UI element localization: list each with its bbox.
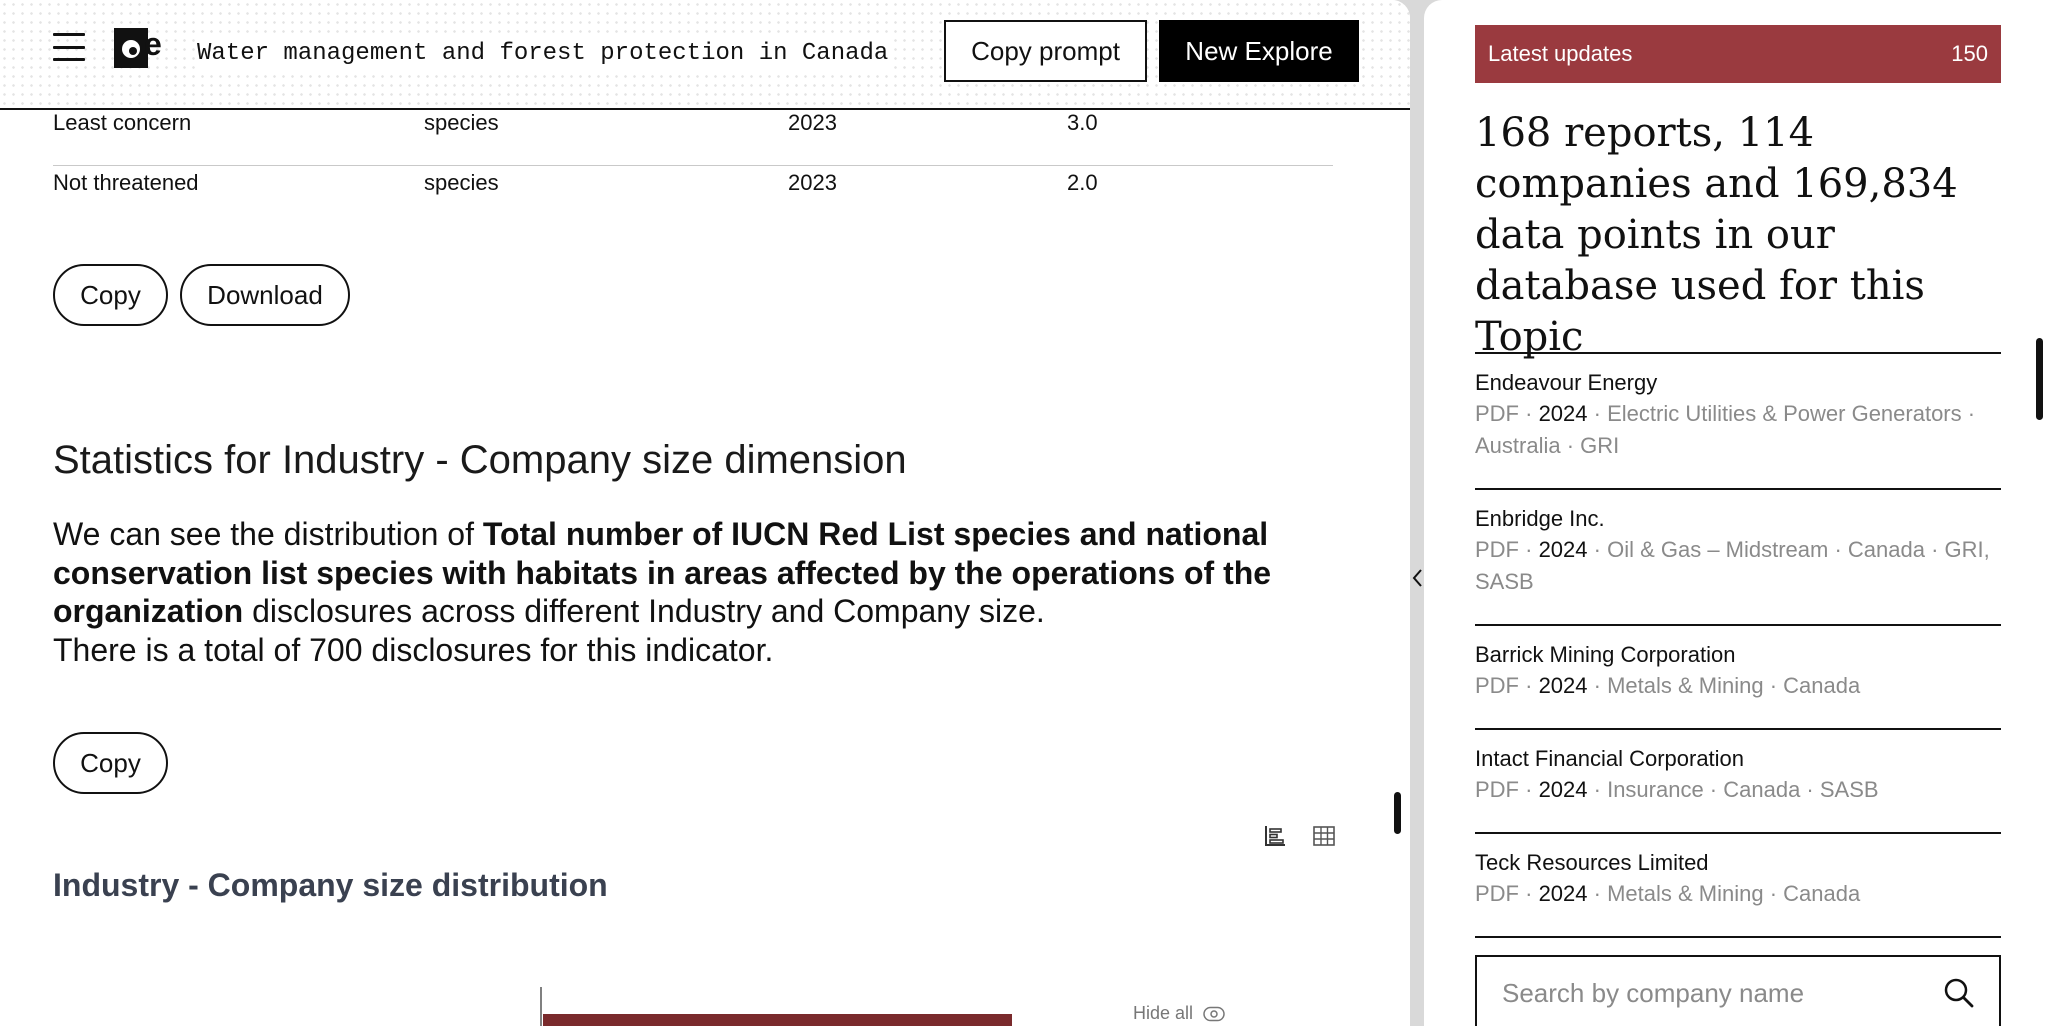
- table-cell-label: Not threatened: [53, 170, 199, 195]
- report-company: Endeavour Energy: [1475, 370, 1658, 395]
- table-cell-unit: species: [424, 170, 499, 195]
- database-summary: 168 reports, 114 companies and 169,834 d…: [1475, 110, 1958, 360]
- menu-icon[interactable]: [53, 33, 85, 61]
- report-year: 2024: [1538, 881, 1588, 906]
- description-after: disclosures across different Industry an…: [243, 593, 1045, 629]
- latest-updates-label: Latest updates: [1488, 41, 1633, 66]
- table-icon[interactable]: [1312, 824, 1336, 848]
- list-divider: [1475, 936, 2001, 938]
- report-format: PDF: [1475, 881, 1519, 906]
- report-meta: PDF · 2024 · Insurance · Canada · SASB: [1475, 777, 1879, 802]
- report-tags: Metals & Mining · Canada: [1607, 673, 1861, 698]
- company-search-input[interactable]: [1477, 957, 1999, 1026]
- copy-statistics-button[interactable]: Copy: [53, 732, 168, 794]
- new-explore-button[interactable]: New Explore: [1159, 20, 1359, 82]
- company-search: [1475, 955, 2001, 1026]
- table-cell-label: Least concern: [53, 110, 192, 135]
- report-format: PDF: [1475, 777, 1519, 802]
- report-company: Teck Resources Limited: [1475, 850, 1709, 875]
- table-row: Least concern species 2023 3.0: [53, 108, 1333, 166]
- search-icon[interactable]: [1943, 977, 1975, 1009]
- report-tags: Metals & Mining · Canada: [1607, 881, 1861, 906]
- copy-table-button[interactable]: Copy: [53, 264, 168, 326]
- report-company: Intact Financial Corporation: [1475, 746, 1745, 771]
- svg-text:e: e: [144, 26, 162, 62]
- sidebar-scrollbar[interactable]: [2036, 338, 2043, 420]
- table-cell-unit: species: [424, 110, 499, 135]
- app-logo[interactable]: e: [114, 25, 174, 71]
- latest-updates-header[interactable]: Latest updates 150: [1475, 25, 2001, 83]
- report-item[interactable]: Teck Resources Limited PDF · 2024 · Meta…: [1475, 832, 2001, 910]
- download-table-button[interactable]: Download: [180, 264, 350, 326]
- report-tags: Insurance · Canada · SASB: [1607, 777, 1879, 802]
- chart-bar[interactable]: [543, 1014, 1012, 1026]
- top-bar: e Water management and forest protection…: [0, 0, 1410, 110]
- report-format: PDF: [1475, 537, 1519, 562]
- sidebar: Latest updates 150 168 reports, 114 comp…: [1424, 0, 2052, 1026]
- table-cell-value: 2.0: [1067, 170, 1098, 195]
- chart-title: Industry - Company size distribution: [53, 867, 608, 903]
- report-meta: PDF · 2024 · Oil & Gas – Midstream · Can…: [1475, 537, 1990, 594]
- report-year: 2024: [1538, 777, 1588, 802]
- report-meta: PDF · 2024 · Metals & Mining · Canada: [1475, 673, 1861, 698]
- report-item[interactable]: Barrick Mining Corporation PDF · 2024 · …: [1475, 624, 2001, 702]
- report-year: 2024: [1538, 673, 1588, 698]
- table-cell-year: 2023: [788, 170, 837, 195]
- report-item[interactable]: Intact Financial Corporation PDF · 2024 …: [1475, 728, 2001, 806]
- hide-all-toggle[interactable]: Hide all: [1133, 1003, 1225, 1024]
- report-year: 2024: [1538, 401, 1588, 426]
- eye-icon: [1203, 1006, 1225, 1021]
- description-intro: We can see the distribution of: [53, 516, 483, 552]
- table-cell-year: 2023: [788, 110, 837, 135]
- total-disclosures-text: There is a total of 700 disclosures for …: [53, 631, 774, 668]
- report-item[interactable]: Endeavour Energy PDF · 2024 · Electric U…: [1475, 352, 2001, 462]
- report-company: Enbridge Inc.: [1475, 506, 1605, 531]
- page-title: Water management and forest protection i…: [197, 38, 889, 69]
- main-panel: e Water management and forest protection…: [0, 0, 1410, 1026]
- report-company: Barrick Mining Corporation: [1475, 642, 1736, 667]
- hide-all-label: Hide all: [1133, 1003, 1194, 1023]
- report-meta: PDF · 2024 · Metals & Mining · Canada: [1475, 881, 1861, 906]
- table-row: Not threatened species 2023 2.0: [53, 168, 1333, 226]
- report-format: PDF: [1475, 673, 1519, 698]
- main-scrollbar[interactable]: [1394, 792, 1401, 834]
- copy-prompt-button[interactable]: Copy prompt: [944, 20, 1147, 82]
- report-meta: PDF · 2024 · Electric Utilities & Power …: [1475, 401, 1976, 458]
- table-cell-value: 3.0: [1067, 110, 1098, 135]
- report-item[interactable]: Enbridge Inc. PDF · 2024 · Oil & Gas – M…: [1475, 488, 2001, 598]
- bar-chart-icon[interactable]: [1263, 824, 1287, 848]
- report-year: 2024: [1538, 537, 1588, 562]
- latest-updates-count: 150: [1951, 41, 1988, 66]
- statistics-title: Statistics for Industry - Company size d…: [53, 438, 907, 482]
- statistics-description: We can see the distribution of Total num…: [53, 515, 1283, 669]
- report-format: PDF: [1475, 401, 1519, 426]
